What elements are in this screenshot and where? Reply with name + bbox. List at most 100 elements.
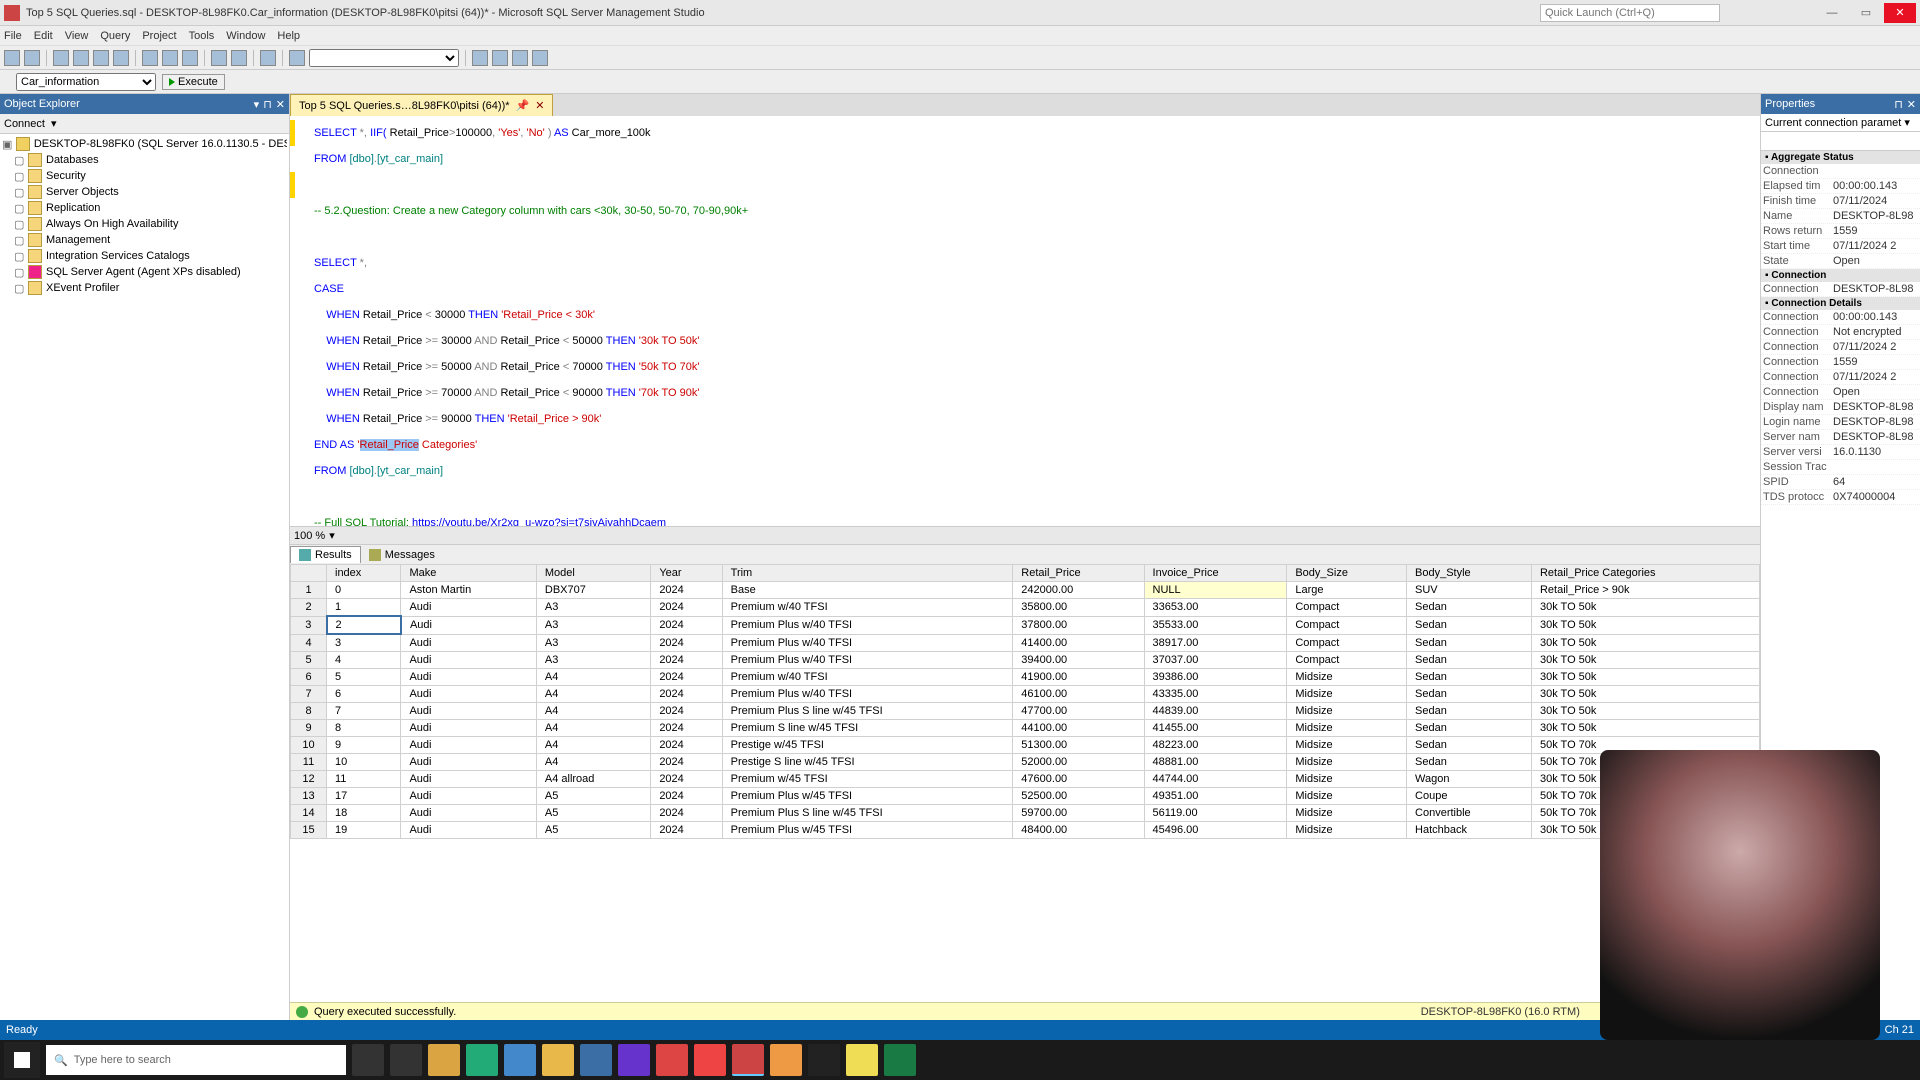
tool-icon-1[interactable] [472, 50, 488, 66]
cell[interactable]: 2024 [651, 652, 722, 669]
back-icon[interactable] [4, 50, 20, 66]
cell[interactable]: A4 [536, 737, 650, 754]
cut-icon[interactable] [142, 50, 158, 66]
cell[interactable]: Premium Plus w/40 TFSI [722, 686, 1013, 703]
cell[interactable]: 3 [327, 634, 401, 652]
search-combo[interactable] [309, 49, 459, 67]
cell[interactable]: A3 [536, 616, 650, 634]
prop-row[interactable]: Server namDESKTOP-8L98 [1761, 430, 1920, 445]
cell[interactable]: Midsize [1287, 703, 1407, 720]
cell[interactable]: 30k TO 50k [1531, 703, 1759, 720]
save-icon[interactable] [93, 50, 109, 66]
table-row[interactable]: 109AudiA42024Prestige w/45 TFSI51300.004… [291, 737, 1760, 754]
cell[interactable]: Audi [401, 599, 536, 617]
copy-icon[interactable] [162, 50, 178, 66]
cell[interactable]: Midsize [1287, 805, 1407, 822]
cell[interactable]: 56119.00 [1144, 805, 1287, 822]
cell[interactable]: Midsize [1287, 754, 1407, 771]
menu-window[interactable]: Window [226, 30, 265, 42]
cell[interactable]: Sedan [1407, 652, 1532, 669]
cell[interactable]: 10 [327, 754, 401, 771]
brave-icon[interactable] [656, 1044, 688, 1076]
redo-icon[interactable] [231, 50, 247, 66]
cell[interactable]: A5 [536, 788, 650, 805]
cell[interactable]: 52500.00 [1013, 788, 1144, 805]
cell[interactable]: Prestige w/45 TFSI [722, 737, 1013, 754]
chrome-icon[interactable] [694, 1044, 726, 1076]
store-icon[interactable] [466, 1044, 498, 1076]
table-row[interactable]: 65AudiA42024Premium w/40 TFSI41900.00393… [291, 669, 1760, 686]
cell[interactable]: 2024 [651, 634, 722, 652]
table-row[interactable]: 21AudiA32024Premium w/40 TFSI35800.00336… [291, 599, 1760, 617]
results-grid[interactable]: indexMakeModelYearTrimRetail_PriceInvoic… [290, 564, 1760, 1002]
table-row[interactable]: 1110AudiA42024Prestige S line w/45 TFSI5… [291, 754, 1760, 771]
cell[interactable]: Midsize [1287, 669, 1407, 686]
cell[interactable]: Audi [401, 822, 536, 839]
stop-icon[interactable] [83, 117, 97, 131]
col-header[interactable]: Invoice_Price [1144, 565, 1287, 582]
prop-row[interactable]: Login nameDESKTOP-8L98 [1761, 415, 1920, 430]
tool-icon-3[interactable] [512, 50, 528, 66]
cell[interactable]: 8 [291, 703, 327, 720]
tool-icon-2[interactable] [492, 50, 508, 66]
refresh-icon[interactable] [123, 117, 137, 131]
cell[interactable]: Audi [401, 703, 536, 720]
cell[interactable]: Audi [401, 805, 536, 822]
cell[interactable]: 30k TO 50k [1531, 634, 1759, 652]
cell[interactable]: 59700.00 [1013, 805, 1144, 822]
connect-button[interactable]: Connect [4, 118, 45, 130]
prop-row[interactable]: ConnectionDESKTOP-8L98 [1761, 282, 1920, 297]
cell[interactable]: 47600.00 [1013, 771, 1144, 788]
prop-close-icon[interactable]: ✕ [1907, 98, 1916, 111]
cell[interactable]: 30k TO 50k [1531, 599, 1759, 617]
tool-icon-4[interactable] [532, 50, 548, 66]
cell[interactable]: Large [1287, 582, 1407, 599]
cell[interactable]: Base [722, 582, 1013, 599]
comment-icon[interactable] [260, 50, 276, 66]
cell[interactable]: 7 [291, 686, 327, 703]
cell[interactable]: Midsize [1287, 822, 1407, 839]
prop-row[interactable]: ConnectionOpen [1761, 385, 1920, 400]
cell[interactable]: Sedan [1407, 669, 1532, 686]
table-row[interactable]: 1519AudiA52024Premium Plus w/45 TFSI4840… [291, 822, 1760, 839]
notes-icon[interactable] [846, 1044, 878, 1076]
cell[interactable]: A3 [536, 599, 650, 617]
cell[interactable]: 10 [291, 737, 327, 754]
cell[interactable]: Sedan [1407, 703, 1532, 720]
mail-icon[interactable] [504, 1044, 536, 1076]
cell[interactable]: Audi [401, 652, 536, 669]
prop-pin-icon[interactable]: ⊓ [1894, 98, 1903, 111]
menu-edit[interactable]: Edit [34, 30, 53, 42]
paste-icon[interactable] [182, 50, 198, 66]
cell[interactable]: Sedan [1407, 634, 1532, 652]
col-header[interactable]: Trim [722, 565, 1013, 582]
cell[interactable]: 12 [291, 771, 327, 788]
tree-server-node[interactable]: ▣DESKTOP-8L98FK0 (SQL Server 16.0.1130.5… [2, 136, 287, 152]
table-row[interactable]: 43AudiA32024Premium Plus w/40 TFSI41400.… [291, 634, 1760, 652]
cell[interactable]: 52000.00 [1013, 754, 1144, 771]
prop-row[interactable]: Connection [1761, 164, 1920, 179]
col-header[interactable]: Model [536, 565, 650, 582]
cell[interactable]: Midsize [1287, 720, 1407, 737]
cell[interactable]: A4 allroad [536, 771, 650, 788]
menu-query[interactable]: Query [100, 30, 130, 42]
zoom-dropdown-icon[interactable]: ▾ [329, 529, 335, 542]
cell[interactable]: 33653.00 [1144, 599, 1287, 617]
cell[interactable]: 30k TO 50k [1531, 686, 1759, 703]
menu-project[interactable]: Project [142, 30, 176, 42]
cell[interactable]: 35533.00 [1144, 616, 1287, 634]
cell[interactable]: Midsize [1287, 686, 1407, 703]
table-row[interactable]: 1418AudiA52024Premium Plus S line w/45 T… [291, 805, 1760, 822]
cell[interactable]: 2 [291, 599, 327, 617]
cell[interactable]: Premium Plus S line w/45 TFSI [722, 805, 1013, 822]
open-icon[interactable] [73, 50, 89, 66]
tab-pin-icon[interactable]: 📌 [516, 99, 530, 112]
cell[interactable]: 46100.00 [1013, 686, 1144, 703]
cell[interactable]: 2024 [651, 582, 722, 599]
prop-row[interactable]: Start time07/11/2024 2 [1761, 239, 1920, 254]
cell[interactable]: 2024 [651, 720, 722, 737]
results-tab[interactable]: Results [290, 546, 361, 563]
cell[interactable]: Premium Plus w/40 TFSI [722, 634, 1013, 652]
document-tab-active[interactable]: Top 5 SQL Queries.s…8L98FK0\pitsi (64))*… [290, 94, 553, 116]
prop-row[interactable]: NameDESKTOP-8L98 [1761, 209, 1920, 224]
